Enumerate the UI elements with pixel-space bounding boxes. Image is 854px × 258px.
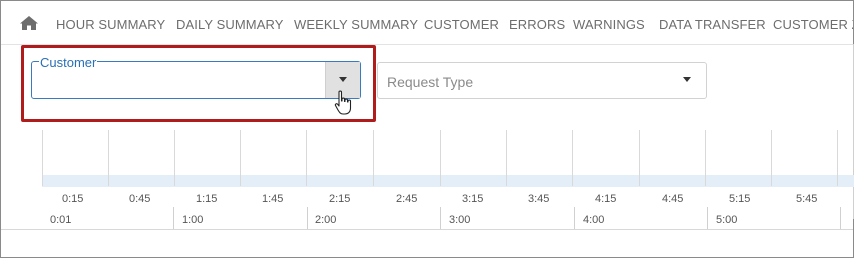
timeline-gridline	[572, 130, 573, 186]
tab-daily-summary[interactable]: DAILY SUMMARY	[176, 17, 284, 32]
tab-errors[interactable]: ERRORS	[509, 17, 565, 32]
request-type-placeholder: Request Type	[387, 74, 474, 90]
timeline-label: 1:45	[262, 193, 284, 205]
timeline-hour-divider	[307, 207, 308, 229]
timeline-gridline	[771, 130, 772, 186]
timeline-label: 0:15	[62, 193, 84, 205]
timeline-hour-label: 1:00	[182, 214, 204, 226]
timeline-label: 5:15	[729, 193, 751, 205]
tab-hour-summary[interactable]: HOUR SUMMARY	[56, 17, 165, 32]
timeline-hour-divider	[574, 207, 575, 229]
timeline-hour-label: 5:00	[716, 214, 738, 226]
hand-pointer-icon	[334, 90, 352, 115]
timeline-gridline	[639, 130, 640, 186]
timeline-hour-divider	[707, 207, 708, 229]
timeline-gridline	[240, 130, 241, 186]
timeline-hour-label: 0:01	[50, 214, 72, 226]
tab-customer[interactable]: CUSTOMER	[424, 17, 499, 32]
top-navigation: HOUR SUMMARY DAILY SUMMARY WEEKLY SUMMAR…	[1, 1, 853, 45]
timeline-label: 1:15	[196, 193, 218, 205]
tab-data-transfer[interactable]: DATA TRANSFER	[659, 17, 766, 32]
timeline-label: 4:15	[595, 193, 617, 205]
timeline-hour-label: 2:00	[315, 214, 337, 226]
timeline-label: 5:45	[796, 193, 818, 205]
tab-customer-zones[interactable]: CUSTOMER ZO	[773, 17, 853, 32]
timeline-gridline	[373, 130, 374, 186]
timeline-label: 2:45	[396, 193, 418, 205]
timeline-gridline	[306, 130, 307, 186]
home-icon[interactable]	[19, 15, 39, 31]
timeline-gridline	[174, 130, 175, 186]
timeline-label: 3:45	[528, 193, 550, 205]
timeline-label: 2:15	[329, 193, 351, 205]
timeline-gridline	[705, 130, 706, 186]
timeline-hour-label: 4:00	[583, 214, 605, 226]
timeline-gridline	[108, 130, 109, 186]
timeline-fill	[42, 175, 854, 187]
timeline-hour-divider	[840, 207, 841, 229]
timeline-hour-divider	[440, 207, 441, 229]
caret-down-icon	[683, 77, 691, 82]
timeline-label: 3:15	[462, 193, 484, 205]
timeline-gridline	[42, 130, 43, 186]
timeline-label: 0:45	[129, 193, 151, 205]
tab-weekly-summary[interactable]: WEEKLY SUMMARY	[294, 17, 418, 32]
tab-warnings[interactable]: WARNINGS	[573, 17, 645, 32]
timeline-gridline	[837, 130, 838, 186]
highlight-box	[21, 45, 376, 122]
timeline-label: 4:45	[662, 193, 684, 205]
divider	[1, 229, 853, 230]
timeline-hour-label: 3:00	[449, 214, 471, 226]
timeline-gridline	[440, 130, 441, 186]
timeline-chart[interactable]	[42, 130, 854, 190]
timeline-gridline	[506, 130, 507, 186]
timeline-hour-divider	[173, 207, 174, 229]
